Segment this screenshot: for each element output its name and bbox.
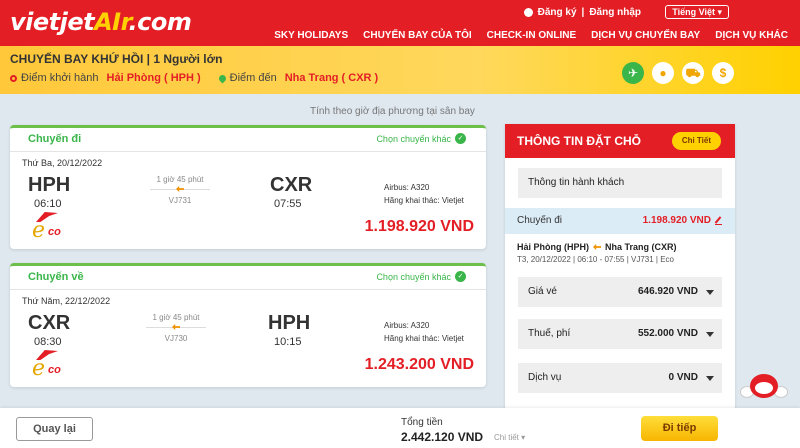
top-header: vietjetAIr.com Đăng ký | Đăng nhập Tiếng… [0,0,800,46]
departure-code: HPH [28,174,71,196]
operator-info: Hãng khai thác: Vietjet [384,334,464,343]
departure-time: 08:30 [34,336,62,348]
return-flight-card: Chuyến về Chọn chuyến khác ✓ Thứ Năm, 22/… [10,263,486,387]
departure-code: CXR [28,312,71,334]
return-label: Chuyến về [28,271,84,283]
leg-price: 1.198.920 VND [642,215,711,226]
link-separator: | [581,7,585,18]
leg-summary-row: Chuyến đi 1.198.920 VND [505,208,735,234]
fare-value: 0 VND [668,372,698,383]
flight-number: VJ730 [164,334,188,343]
flight-duration: 1 giờ 45 phút [152,313,200,322]
return-price: 1.243.200 VND [364,356,474,373]
flight-date: Thứ Ba, 20/12/2022 [22,158,103,168]
chevron-down-icon [706,332,714,337]
fare-label: Dịch vụ [528,372,562,383]
fare-value: 552.000 VND [637,328,698,339]
nav-flight-services[interactable]: DỊCH VỤ CHUYẾN BAY [591,30,700,41]
panel-header: THÔNG TIN ĐẶT CHỖ Chi Tiết [505,124,735,158]
total-label: Tổng tiền [401,417,443,428]
trip-title: CHUYẾN BAY KHỨ HỒI | 1 Người lớn [10,52,223,66]
arrival-code: HPH [268,312,311,334]
aircraft-info: Airbus: A320 [384,183,430,192]
arrival-time: 07:55 [274,198,302,210]
total-detail-link[interactable]: Chi tiết ▾ [494,433,525,442]
fare-label: Giá vé [528,286,557,297]
card-header: Chuyến đi Chọn chuyến khác ✓ [10,128,486,152]
arrival-code: CXR [270,174,313,196]
mascot-chat-icon[interactable] [740,374,788,408]
nav-check-in[interactable]: CHECK-IN ONLINE [487,30,576,41]
fare-row-base[interactable]: Giá vé 646.920 VND [518,277,722,307]
vietjet-logo[interactable]: vietjetAIr.com [10,8,192,36]
change-outbound-link[interactable]: Chọn chuyến khác ✓ [376,133,466,144]
cart-icon[interactable]: ⛟ [682,62,704,84]
trip-summary-bar: CHUYẾN BAY KHỨ HỒI | 1 Người lớn Điểm kh… [0,46,800,94]
detail-button[interactable]: Chi Tiết [671,132,721,150]
local-time-note: Tính theo giờ địa phương tại sân bay [310,106,475,117]
fare-label: Thuế, phí [528,328,571,339]
route-details: T3, 20/12/2022 | 06:10 - 07:55 | VJ731 |… [517,255,675,264]
plane-icon[interactable]: ✈ [622,62,644,84]
outbound-flight-card: Chuyến đi Chọn chuyến khác ✓ Thứ Ba, 20/1… [10,125,486,249]
check-icon: ✓ [455,133,466,144]
aircraft-info: Airbus: A320 [384,321,430,330]
total-value: 2.442.120 VND [401,430,484,444]
language-select[interactable]: Tiếng Việt ▾ [665,5,729,19]
origin-city: Hải Phòng ( HPH ) [106,72,201,84]
panel-title: THÔNG TIN ĐẶT CHỖ [517,134,641,148]
next-button[interactable]: Đi tiếp [641,416,718,441]
check-icon: ✓ [455,271,466,282]
departure-time: 06:10 [34,198,62,210]
dollar-icon[interactable]: $ [712,62,734,84]
user-icon [523,8,533,17]
origin-icon [10,74,17,82]
nav-sky-holidays[interactable]: SKY HOLIDAYS [274,30,348,41]
register-link[interactable]: Đăng ký [538,7,577,18]
nav-other-services[interactable]: DỊCH VỤ KHÁC [715,30,788,41]
plane-icon [172,324,180,330]
route-to: Nha Trang (CXR) [605,242,677,252]
plane-icon [593,244,601,250]
edit-icon[interactable] [715,216,722,225]
operator-info: Hãng khai thác: Vietjet [384,196,464,205]
user-icon[interactable]: ● [652,62,674,84]
flight-duration: 1 giờ 45 phút [156,175,204,184]
outbound-price: 1.198.920 VND [364,218,474,235]
eco-fare-logo: e co [30,350,70,381]
origin-label: Điểm khởi hành [21,72,99,84]
fare-row-tax[interactable]: Thuế, phí 552.000 VND [518,319,722,349]
arrival-time: 10:15 [274,336,302,348]
passenger-info-row[interactable]: Thông tin hành khách [518,168,722,198]
bottom-action-bar: Quay lại Tổng tiền 2.442.120 VND Chi tiế… [0,408,800,448]
destination-label: Điểm đến [229,72,277,84]
route-from: Hải Phòng (HPH) [517,242,589,252]
flight-number: VJ731 [168,196,192,205]
trip-route: Điểm khởi hành Hải Phòng ( HPH ) Điểm đế… [10,72,378,84]
fare-value: 646.920 VND [637,286,698,297]
fare-row-services[interactable]: Dịch vụ 0 VND [518,363,722,393]
flight-date: Thứ Năm, 22/12/2022 [22,296,111,306]
main-nav: SKY HOLIDAYS CHUYẾN BAY CỦA TÔI CHECK-IN… [274,30,788,41]
outbound-label: Chuyến đi [28,133,82,145]
route-summary: Hải Phòng (HPH) Nha Trang (CXR) [517,242,677,252]
eco-fare-logo: e co [30,212,70,243]
destination-pin-icon [217,73,228,83]
nav-my-flights[interactable]: CHUYẾN BAY CỦA TÔI [363,30,472,41]
change-return-link[interactable]: Chọn chuyến khác ✓ [376,271,466,282]
booking-info-panel: THÔNG TIN ĐẶT CHỖ Chi Tiết Thông tin hàn… [505,124,735,410]
card-header: Chuyến về Chọn chuyến khác ✓ [10,266,486,290]
leg-label: Chuyến đi [517,215,563,226]
login-link[interactable]: Đăng nhập [589,7,641,18]
chevron-down-icon [706,376,714,381]
destination-city: Nha Trang ( CXR ) [284,72,379,84]
chevron-down-icon [706,290,714,295]
back-button[interactable]: Quay lại [16,417,93,441]
plane-icon [176,186,184,192]
